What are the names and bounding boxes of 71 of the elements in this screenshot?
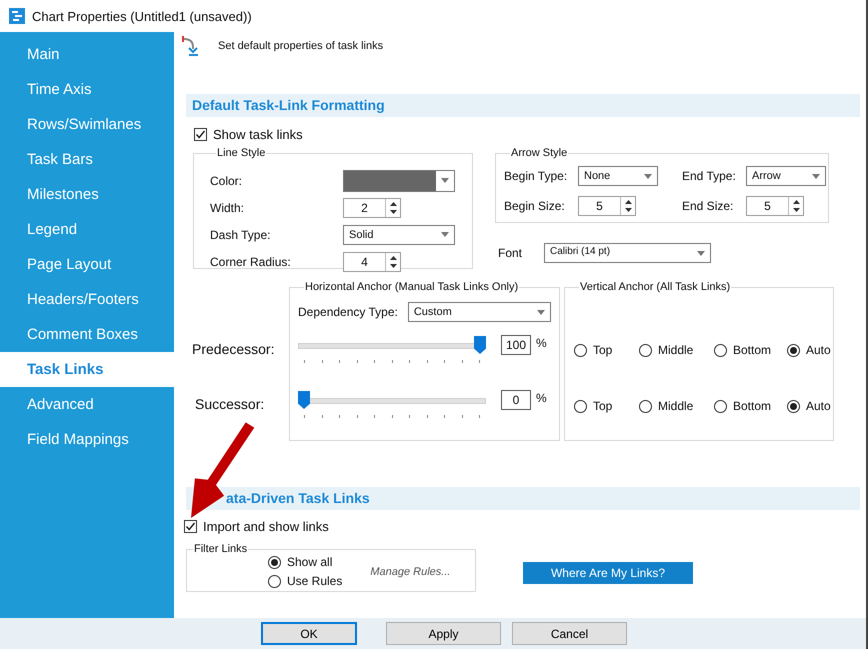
import-links-checkbox[interactable]: Import and show links <box>184 519 329 534</box>
anchor-radio[interactable]: Middle <box>639 399 695 413</box>
caret-icon <box>644 174 652 178</box>
caret-icon <box>441 232 449 237</box>
dialog-button[interactable]: OK <box>261 622 357 645</box>
dialog-button[interactable]: Cancel <box>512 622 627 645</box>
percent-field[interactable]: 100 <box>501 335 531 355</box>
group-title: Arrow Style <box>510 147 568 159</box>
font-label: Font <box>498 246 522 260</box>
spin-arrows-icon[interactable] <box>390 254 396 268</box>
slider-thumb[interactable] <box>474 336 486 354</box>
sidebar-item[interactable]: Task Links <box>0 352 174 387</box>
begin-size-spinner[interactable]: 5 <box>578 196 636 216</box>
field-label: Dash Type: <box>210 228 272 242</box>
corner-radius-spinner[interactable]: 4 <box>343 252 401 272</box>
field-label: Begin Type: <box>504 169 568 183</box>
field-label: End Type: <box>682 169 737 183</box>
unit-label: % <box>536 391 547 405</box>
field-label: Color: <box>210 174 244 188</box>
field-label: End Size: <box>682 199 734 213</box>
begin-type-dropdown[interactable]: None <box>578 166 658 186</box>
where-links-button[interactable]: Where Are My Links? <box>523 562 693 584</box>
caret-icon <box>536 310 545 314</box>
width-spinner[interactable]: 2 <box>343 198 401 218</box>
font-dropdown[interactable]: Calibri (14 pt) <box>544 243 712 263</box>
slider-label: Predecessor: <box>191 341 276 357</box>
group-title: Horizontal Anchor (Manual Task Links Only) <box>304 281 520 293</box>
group-title: Vertical Anchor (All Task Links) <box>579 281 732 293</box>
anchor-slider[interactable] <box>298 391 486 421</box>
anchor-radio[interactable]: Middle <box>639 343 695 357</box>
window-title: Chart Properties (Untitled1 (unsaved)) <box>32 8 252 24</box>
anchor-slider[interactable] <box>298 336 486 366</box>
section-heading: Default Task-Link Formatting <box>186 94 860 117</box>
app-icon <box>9 8 25 24</box>
spin-arrows-icon[interactable] <box>390 200 396 214</box>
anchor-radio[interactable]: Top <box>574 343 620 357</box>
anchor-radio[interactable]: Top <box>574 399 620 413</box>
field-label: Width: <box>210 200 246 214</box>
anchor-radio[interactable]: Bottom <box>714 399 768 413</box>
link-icon <box>182 36 198 56</box>
percent-field[interactable]: 0 <box>501 390 531 410</box>
checkmark-icon <box>195 129 206 140</box>
checkmark-icon <box>185 521 196 532</box>
field-label: Dependency Type: <box>298 305 398 319</box>
dialog-button[interactable]: Apply <box>386 622 501 645</box>
anchor-radio[interactable]: Bottom <box>714 343 768 357</box>
header-text: Set default properties of task links <box>218 40 384 52</box>
dependency-type-dropdown[interactable]: Custom <box>408 302 551 322</box>
filter-radio[interactable]: Show all <box>268 555 332 569</box>
anchor-radio[interactable]: Auto <box>787 399 831 413</box>
group-title: Line Style <box>216 147 266 159</box>
caret-icon <box>697 250 706 256</box>
color-dropdown[interactable] <box>343 170 455 192</box>
end-type-dropdown[interactable]: Arrow <box>746 166 826 186</box>
group-title: Filter Links <box>193 543 248 555</box>
slider-label: Successor: <box>194 396 266 412</box>
filter-radio[interactable]: Use Rules <box>268 574 342 588</box>
unit-label: % <box>536 336 547 350</box>
field-label: Corner Radius: <box>210 254 292 268</box>
field-label: Begin Size: <box>504 199 566 213</box>
anchor-radio[interactable]: Auto <box>787 343 831 357</box>
manage-rules-link[interactable]: Manage Rules... <box>370 566 450 578</box>
caret-icon <box>441 178 449 183</box>
caret-icon <box>812 174 820 178</box>
spin-arrows-icon[interactable] <box>624 199 632 213</box>
dash-type-dropdown[interactable]: Solid <box>343 224 455 244</box>
end-size-spinner[interactable]: 5 <box>746 196 804 216</box>
section-heading: ata-Driven Task Links <box>186 487 860 510</box>
show-links-checkbox[interactable]: Show task links <box>194 127 303 142</box>
slider-thumb[interactable] <box>298 391 310 409</box>
spin-arrows-icon[interactable] <box>792 199 800 213</box>
